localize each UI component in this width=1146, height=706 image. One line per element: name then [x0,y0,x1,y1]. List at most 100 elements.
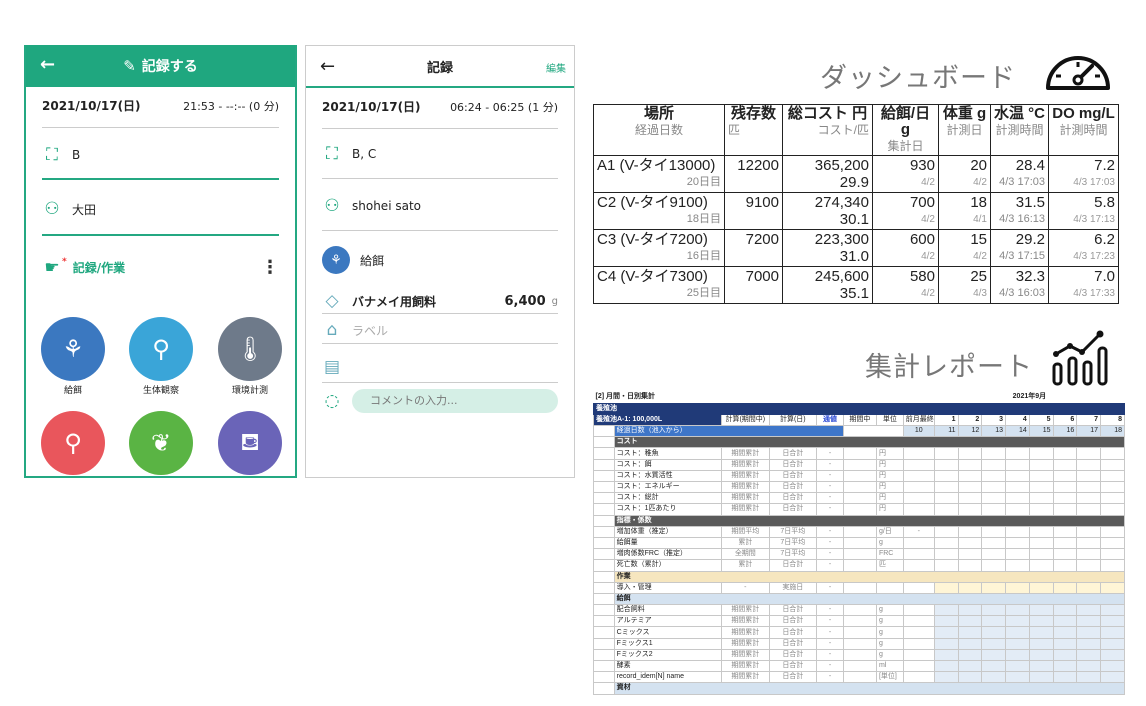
location-row: ⛶ B, C [322,144,558,164]
header-count: 残存数匹 [724,104,783,156]
comment-input[interactable]: コメントの入力... [352,389,558,413]
required-mark: * [62,257,67,267]
tile-pour-button[interactable]: ⛾ [218,411,282,475]
report-pond-row: 養殖池 [593,402,1125,415]
tile-observe-button[interactable]: ⚲ [129,317,193,381]
location-value: B [72,148,81,162]
person-value: 大田 [72,202,97,217]
header-bar: ← ✎ 記録する [26,45,295,87]
feed-unit: g [551,295,558,307]
back-arrow-icon[interactable]: ← [320,56,335,77]
cell-cost: 223,300 31.0 [782,229,873,267]
report-data-row: コスト：水質活性 期間累計 日合計 - 円 [593,469,1125,483]
pour-icon: ⛾ [240,427,260,456]
record-date: 2021/10/17(日) [322,100,421,114]
cell-temp: 31.5 4/3 16:13 [990,192,1049,230]
report-data-row: コスト：エネルギー 期間累計 日合計 - 円 [593,480,1125,494]
tag-icon: ⌂ [326,320,338,340]
hand-sparkle-icon: ☛ [44,257,60,278]
record-create-screen: ← ✎ 記録する 2021/10/17(日) 21:53 - --:-- (0 … [24,45,297,478]
tile-measure-button[interactable]: 🌡 [218,317,282,381]
screen-title: 記録 [426,60,453,76]
cell-do: 5.8 4/3 17:13 [1048,192,1119,230]
cell-place: C4 (V-タイ7300) 25日目 [593,266,725,304]
cell-cost: 274,340 30.1 [782,192,873,230]
report-data-row: 酵素 期間累計 日合計 - ml [593,659,1125,673]
datetime-row[interactable]: 2021/10/17(日) 21:53 - --:-- (0 分) [42,97,279,114]
report-elapsed-row: 経過日数（池入から） 10 11 12 13 14 15 16 17 18 [593,425,1125,438]
report-section-row: コスト [593,436,1125,449]
label-placeholder: ラベル [352,323,389,338]
cell-weight: 15 4/2 [938,229,991,267]
report-data-row: コスト：1匹あたり 期間累計 日合計 - 円 [593,503,1125,516]
shrimp-icon: ❦ [150,429,172,457]
comment-bubble-icon: ◌ [324,391,340,411]
cell-feed: 930 4/2 [872,155,939,193]
cell-count: 12200 [724,155,783,193]
screen-title: 記録する [141,59,198,75]
cell-place: C2 (V-タイ9100) 18日目 [593,192,725,230]
location-row[interactable]: ⛶ B [42,145,279,165]
report-data-row: 給餌量 累計 7日平均 - g [593,536,1125,550]
magnifier-water-icon: ⚲ [64,429,82,457]
cell-cost: 365,200 29.9 [782,155,873,193]
tile-inspect-button[interactable]: ⚲ [41,411,105,475]
feed-amount: 6,400 [504,293,546,309]
tile-shrimp-button[interactable]: ❦ [129,411,193,475]
dashboard-table: 場所 経過日数 残存数匹 総コスト 円コスト/匹 給餌/日 g 集計日 体重 g 計測… [593,104,1119,304]
people-icon: ⚇ [324,196,340,216]
activity-value: 給餌 [360,253,385,268]
cell-place: A1 (V-タイ13000) 20日目 [593,155,725,193]
report-data-row: record_idem[N] name 期間累計 日合計 - [単位] [593,671,1125,684]
cell-temp: 32.3 4/3 16:03 [990,266,1049,304]
header-temp: 水温 °C 計測時間 [990,104,1049,156]
cell-weight: 20 4/2 [938,155,991,193]
report-data-row: 配合飼料 期間累計 日合計 - g [593,604,1125,617]
report-title: 集計レポート [865,352,1033,383]
location-pin-icon: ⛶ [46,145,58,165]
more-vert-icon[interactable]: ⋮ [261,257,279,278]
report-data-row: 死亡数（累計） 累計 日合計 - 匹 [593,559,1125,572]
dashboard-row: A1 (V-タイ13000) 20日目 12200 365,200 29.9 930 4/2… [593,155,1119,193]
feed-name: バナメイ用飼料 [352,294,437,309]
report-data-row: 導入・管理 - 実施日 - [593,581,1125,594]
cell-feed: 580 4/2 [872,266,939,304]
label-field[interactable]: ⌂ ラベル [322,320,558,340]
report-data-row: 増加体重（推定） 期間平均 7日平均 - g/日 - [593,525,1125,538]
cell-weight: 25 4/3 [938,266,991,304]
tile-feed-label: 給餌 [63,386,82,396]
report-data-row: コスト：稚魚 期間累計 日合計 - 円 [593,447,1125,460]
report-data-row: コスト：餌 期間累計 日合計 - 円 [593,458,1125,471]
tile-observe-label: 生体観察 [142,386,179,396]
speedometer-icon [1046,56,1110,90]
dashboard-row: C2 (V-タイ9100) 18日目 9100 274,340 30.1 700 4/2 18… [593,192,1119,230]
person-row[interactable]: ⚇ 大田 [42,199,279,219]
report-section-row: 資材 [593,682,1125,695]
edit-link[interactable]: 編集 [546,60,566,75]
report-title-row: [2] 月間・日別集計 2021年9月 [595,393,1047,401]
header-bar: ← 記録 編集 [306,46,574,88]
cell-feed: 700 4/2 [872,192,939,230]
cell-do: 7.0 4/3 17:33 [1048,266,1119,304]
datetime-row: 2021/10/17(日) 06:24 - 06:25 (1 分) [322,98,558,115]
people-icon: ⚇ [44,199,60,219]
thermometer-icon: 🌡 [234,335,266,363]
header-feed: 給餌/日 g 集計日 [872,104,939,156]
cell-count: 7200 [724,229,783,267]
record-detail-screen: ← 記録 編集 2021/10/17(日) 06:24 - 06:25 (1 分… [305,45,575,478]
feed-item-row: ◇ バナメイ用飼料 6,400 g [322,291,558,311]
cell-temp: 29.2 4/3 17:15 [990,229,1049,267]
report-data-row: コスト：総計 期間累計 日合計 - 円 [593,492,1125,505]
cell-count: 7000 [724,266,783,304]
report-data-row: Cミックス 期間累計 日合計 - g [593,626,1125,639]
tile-feed-button[interactable]: ⚘ [41,317,105,381]
report-section-row: 作業 [593,570,1125,583]
location-value: B, C [352,147,377,161]
cell-weight: 18 4/1 [938,192,991,230]
pencil-icon: ✎ [123,57,136,75]
report-header-row: 養殖池A-1: 100,000L 計算(期間中) 計算(日) 通値 期間中 単位 前月最終 1… [593,413,1125,427]
back-arrow-icon[interactable]: ← [40,54,55,75]
record-date: 2021/10/17(日) [42,99,141,113]
header-cost: 総コスト 円コスト/匹 [782,104,873,156]
person-row: ⚇ shohei sato [322,196,558,216]
